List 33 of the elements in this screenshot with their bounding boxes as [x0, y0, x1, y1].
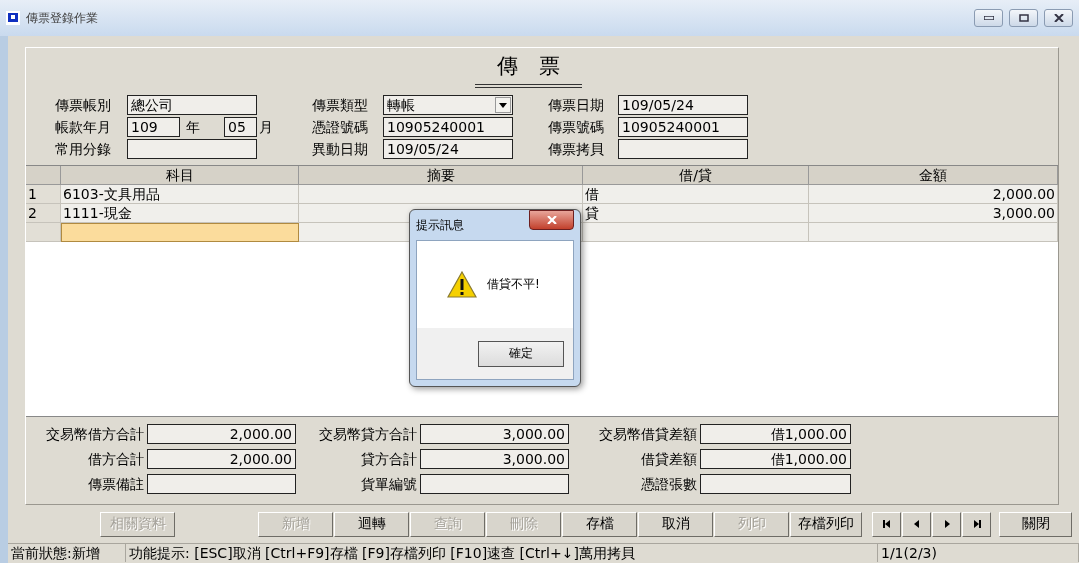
status-state: 當前狀態:新增: [8, 544, 126, 562]
row-number: 1: [26, 185, 61, 204]
voucher-title: 傳 票: [474, 52, 582, 88]
column-header: 借/貸: [583, 166, 809, 185]
column-header: 摘要: [299, 166, 583, 185]
field-label: 憑證號碼: [312, 118, 369, 137]
field-label: 傳票類型: [312, 96, 369, 115]
field-label: 異動日期: [312, 140, 369, 159]
total-label: 貸方合計: [360, 450, 417, 469]
status-record: 1/1(2/3): [878, 544, 1079, 562]
total-label: 交易幣借貸差額: [598, 425, 697, 444]
row-number: 2: [26, 204, 61, 223]
field-label: 傳票日期: [548, 96, 605, 115]
total-label: 借貸差額: [640, 450, 697, 469]
total-label: 交易幣借方合計: [45, 425, 144, 444]
total-label: 交易幣貸方合計: [318, 425, 417, 444]
dialog-title: 提示訊息: [416, 216, 464, 234]
total-label: 傳票備註: [87, 475, 144, 494]
status-hint: 功能提示: [ESC]取消 [Ctrl+F9]存檔 [F9]存檔列印 [F10]速查 [Ctrl+↓]萬用拷貝: [126, 544, 878, 562]
column-header: 金額: [809, 166, 1058, 185]
total-label: 借方合計: [87, 450, 144, 469]
month-unit: 月: [259, 118, 273, 137]
total-label: 憑證張數: [640, 475, 697, 494]
column-header: 科目: [61, 166, 299, 185]
window-title: 傳票登錄作業: [26, 9, 99, 27]
field-label: 傳票拷貝: [548, 140, 605, 159]
field-label: 傳票帳別: [55, 96, 112, 115]
field-label: 傳票號碼: [548, 118, 605, 137]
total-label: 貨單編號: [360, 475, 417, 494]
year-unit: 年: [186, 118, 201, 137]
dialog-message: 借貸不平!: [487, 276, 540, 293]
field-label: 帳款年月: [55, 118, 112, 137]
field-label: 常用分錄: [55, 140, 112, 159]
